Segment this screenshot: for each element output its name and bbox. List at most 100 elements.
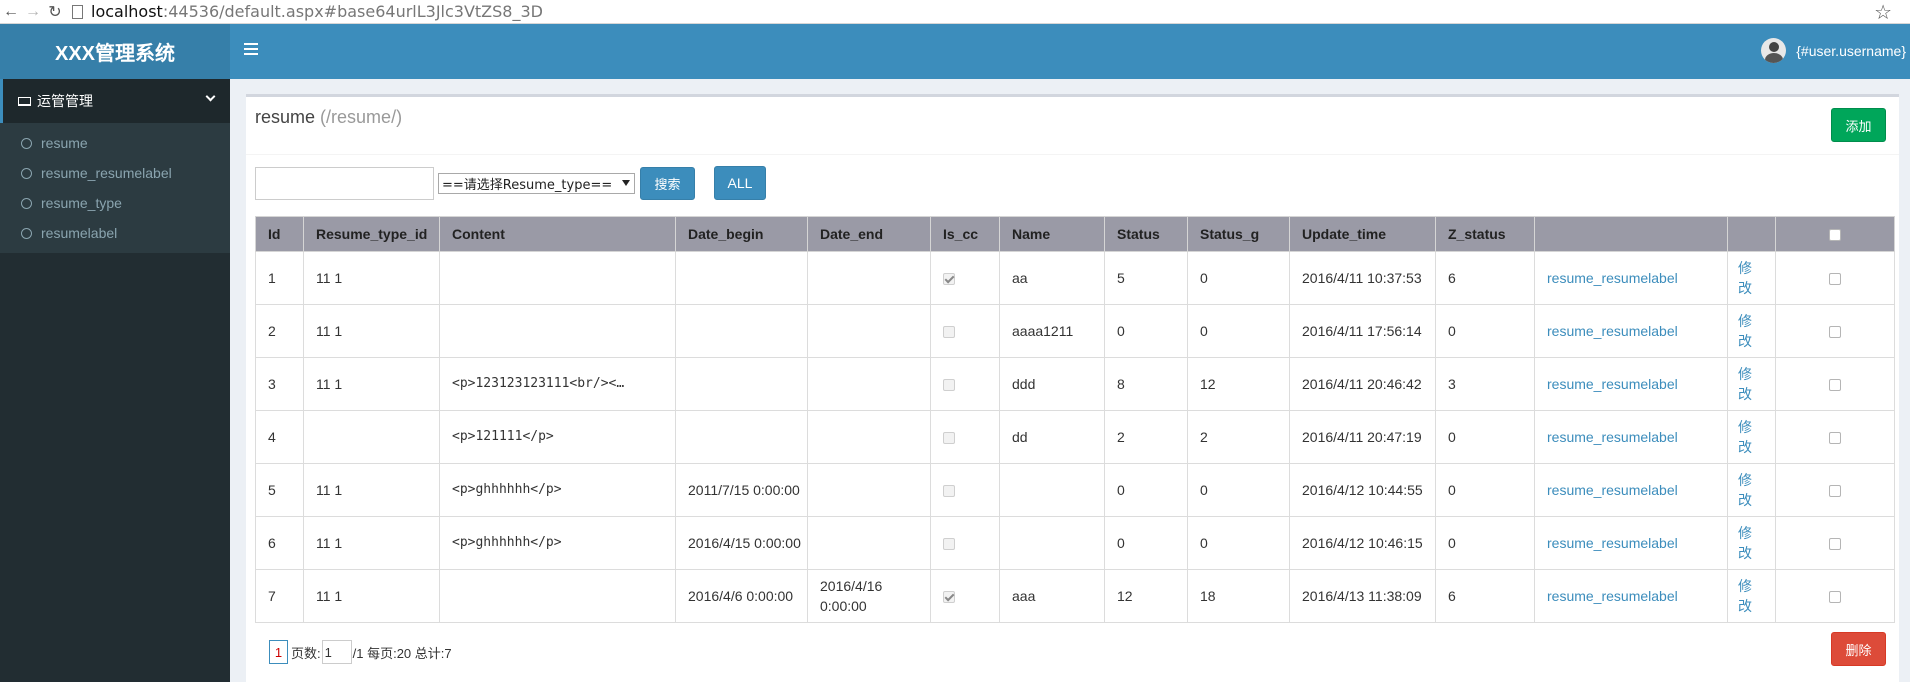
- column-header[interactable]: Date_end: [807, 216, 931, 252]
- cell-status-g: 0: [1187, 516, 1290, 570]
- sidebar-item-resume-resumelabel[interactable]: resume_resumelabel: [0, 158, 230, 188]
- all-button[interactable]: ALL: [714, 166, 766, 200]
- cell-is-cc: [930, 463, 1000, 517]
- current-page-link[interactable]: 1: [269, 640, 288, 664]
- cell-date-end: [807, 516, 931, 570]
- cell-name: ddd: [999, 357, 1105, 411]
- cell-status: 0: [1104, 516, 1188, 570]
- column-header[interactable]: Status: [1104, 216, 1188, 252]
- cell-select: [1775, 463, 1895, 517]
- cell-id: 2: [255, 304, 304, 358]
- cell-date-end: [807, 304, 931, 358]
- sidebar-item-resumelabel[interactable]: resumelabel: [0, 218, 230, 248]
- search-button[interactable]: 搜索: [640, 166, 695, 200]
- row-select-checkbox[interactable]: [1829, 485, 1841, 498]
- search-input[interactable]: [255, 166, 434, 200]
- resumelabel-link[interactable]: resume_resumelabel: [1547, 588, 1678, 604]
- row-select-checkbox[interactable]: [1829, 273, 1841, 286]
- select-all-checkbox[interactable]: [1829, 229, 1841, 242]
- sidebar-item-resume-type[interactable]: resume_type: [0, 188, 230, 218]
- sidebar-group-ops[interactable]: 运管管理: [0, 79, 230, 123]
- column-header[interactable]: Resume_type_id: [303, 216, 440, 252]
- address-bar[interactable]: localhost:44536/default.aspx#base64urlL3…: [72, 2, 543, 21]
- box-header: resume (/resume/) 添加: [246, 97, 1899, 155]
- row-select-checkbox[interactable]: [1829, 432, 1841, 445]
- sidebar-item-label: resume: [41, 135, 88, 151]
- cell-z-status: 3: [1435, 357, 1535, 411]
- cell-date-begin: 2016/4/15 0:00:00: [675, 516, 808, 570]
- pagination: 1 页数: 1 /1 每页:20 总计:7: [269, 640, 452, 664]
- cell-status: 0: [1104, 304, 1188, 358]
- cell-content: [439, 569, 676, 623]
- column-header[interactable]: Update_time: [1289, 216, 1436, 252]
- resumelabel-link[interactable]: resume_resumelabel: [1547, 429, 1678, 445]
- edit-link[interactable]: 修改: [1738, 417, 1752, 457]
- reload-icon[interactable]: ↻: [44, 1, 66, 23]
- circle-icon: [21, 227, 32, 239]
- forward-icon[interactable]: →: [22, 1, 44, 23]
- column-header[interactable]: Is_cc: [930, 216, 1000, 252]
- edit-link[interactable]: 修改: [1738, 523, 1752, 563]
- cell-type: 11 1: [303, 569, 440, 623]
- cell-status: 5: [1104, 251, 1188, 305]
- table-row: 1 11 1 aa 5 0 2016/4/11 10:37:53 6 resume_resum…: [255, 251, 1895, 305]
- cell-type: 11 1: [303, 304, 440, 358]
- resumelabel-link[interactable]: resume_resumelabel: [1547, 535, 1678, 551]
- resumelabel-link[interactable]: resume_resumelabel: [1547, 323, 1678, 339]
- edit-link[interactable]: 修改: [1738, 364, 1752, 404]
- resumelabel-link[interactable]: resume_resumelabel: [1547, 270, 1678, 286]
- cell-date-begin: [675, 304, 808, 358]
- table-row: 5 11 1 <p>ghhhhhh</p> 2011/7/15 0:00:00 0 0 20…: [255, 463, 1895, 517]
- user-menu[interactable]: {#user.username}: [1761, 38, 1906, 63]
- resume-type-select[interactable]: ==请选择Resume_type==: [438, 172, 635, 194]
- circle-icon: [21, 197, 32, 209]
- cell-edit: 修改: [1727, 357, 1776, 411]
- select-all-header: [1775, 216, 1895, 252]
- app-brand[interactable]: XXX管理系统: [0, 24, 230, 79]
- page-number-input[interactable]: 1: [321, 640, 352, 664]
- row-select-checkbox[interactable]: [1829, 591, 1841, 604]
- sidebar-item-resume[interactable]: resume: [0, 128, 230, 158]
- cell-link: resume_resumelabel: [1534, 304, 1728, 358]
- column-header[interactable]: Id: [255, 216, 304, 252]
- cell-status-g: 0: [1187, 251, 1290, 305]
- cell-content: [439, 251, 676, 305]
- is-cc-checkbox: [943, 326, 955, 339]
- column-header[interactable]: Name: [999, 216, 1105, 252]
- add-button[interactable]: 添加: [1831, 108, 1886, 142]
- table-header-row: Id Resume_type_id Content Date_begin Dat…: [255, 216, 1895, 252]
- content-box: resume (/resume/) 添加 ==请选择Resume_type== …: [246, 94, 1899, 682]
- cell-is-cc: [930, 357, 1000, 411]
- dropdown-arrow-icon: [622, 179, 630, 186]
- column-header[interactable]: Date_begin: [675, 216, 808, 252]
- is-cc-checkbox: [943, 538, 955, 551]
- row-select-checkbox[interactable]: [1829, 379, 1841, 392]
- avatar: [1761, 38, 1787, 63]
- resumelabel-link[interactable]: resume_resumelabel: [1547, 482, 1678, 498]
- table-row: 3 11 1 <p>123123123111<br/><… ddd 8 12 2016/4/…: [255, 357, 1895, 411]
- row-select-checkbox[interactable]: [1829, 538, 1841, 551]
- cell-status-g: 0: [1187, 304, 1290, 358]
- cell-name: aaa: [999, 569, 1105, 623]
- edit-link[interactable]: 修改: [1738, 311, 1752, 351]
- cell-name: aaaa1211: [999, 304, 1105, 358]
- cell-status: 8: [1104, 357, 1188, 411]
- bookmark-star-icon[interactable]: ☆: [1874, 0, 1892, 25]
- column-header[interactable]: Z_status: [1435, 216, 1535, 252]
- sidebar-toggle-icon[interactable]: [244, 43, 258, 58]
- cell-name: dd: [999, 410, 1105, 464]
- row-select-checkbox[interactable]: [1829, 326, 1841, 339]
- pager-info: /1 每页:20 总计:7: [352, 645, 452, 661]
- chevron-down-icon: [205, 91, 216, 102]
- circle-icon: [21, 137, 32, 149]
- column-header[interactable]: Status_g: [1187, 216, 1290, 252]
- cell-edit: 修改: [1727, 304, 1776, 358]
- edit-link[interactable]: 修改: [1738, 258, 1752, 298]
- resumelabel-link[interactable]: resume_resumelabel: [1547, 376, 1678, 392]
- back-icon[interactable]: ←: [0, 1, 22, 23]
- delete-button[interactable]: 删除: [1831, 632, 1886, 666]
- cell-date-begin: 2016/4/6 0:00:00: [675, 569, 808, 623]
- edit-link[interactable]: 修改: [1738, 470, 1752, 510]
- column-header[interactable]: Content: [439, 216, 676, 252]
- edit-link[interactable]: 修改: [1738, 576, 1752, 616]
